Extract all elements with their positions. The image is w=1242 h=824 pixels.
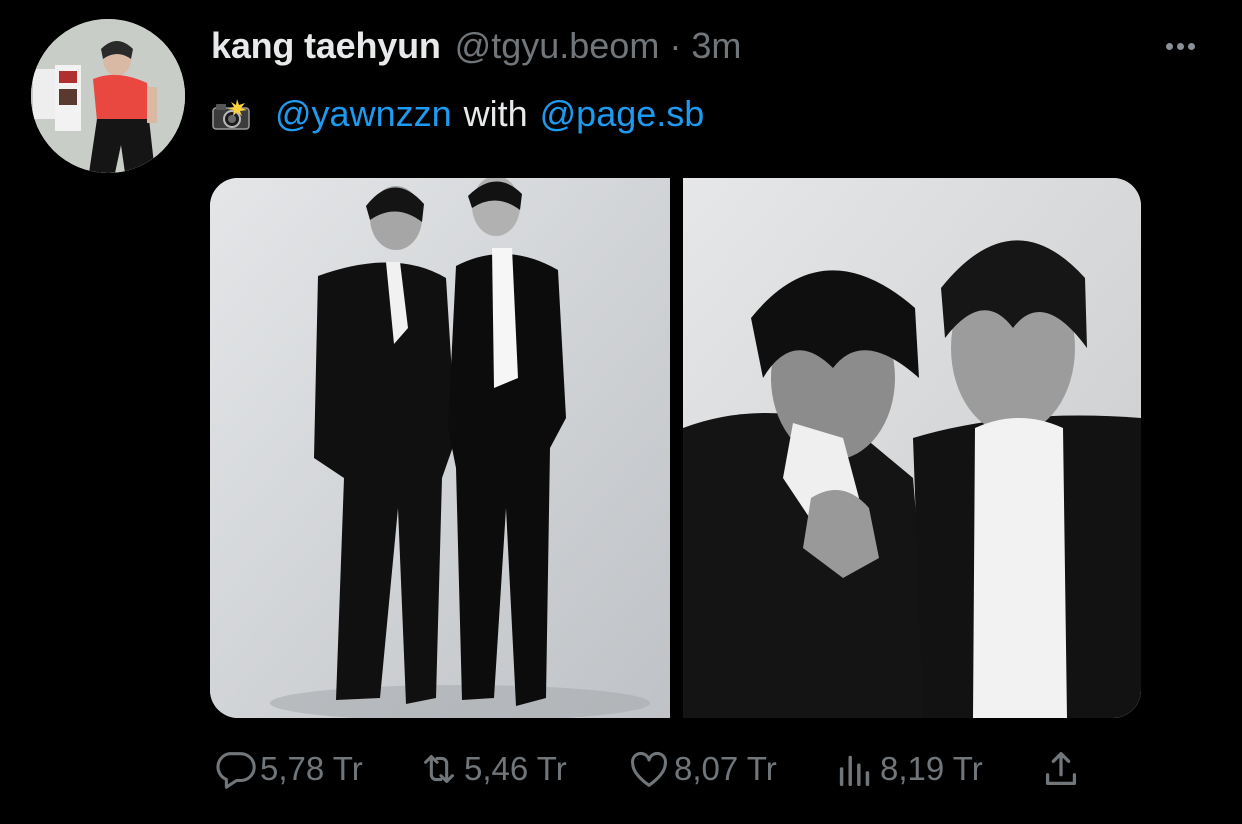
more-dot bbox=[1165, 42, 1173, 50]
author-display-name[interactable]: kang taehyun bbox=[211, 25, 441, 67]
mention-link-yawnzzn[interactable]: @yawnzzn bbox=[275, 93, 452, 135]
tweet-text-connector: with bbox=[463, 93, 528, 134]
tweet-actions-bar: 5,78 Tr 5,46 Tr 8,07 Tr 8,19 Tr bbox=[212, 744, 1084, 794]
more-options-button[interactable] bbox=[1154, 28, 1206, 64]
tweet-text: @yawnzzn with @page.sb bbox=[211, 88, 704, 140]
retweet-icon bbox=[424, 755, 454, 783]
media-photo-1[interactable] bbox=[210, 178, 670, 718]
avatar-image bbox=[31, 19, 185, 173]
retweet-button[interactable]: 5,46 Tr bbox=[416, 744, 626, 794]
more-dot bbox=[1187, 42, 1195, 50]
photo-image bbox=[210, 178, 670, 718]
reply-count: 5,78 Tr bbox=[260, 750, 363, 787]
media-photo-2[interactable] bbox=[683, 178, 1141, 718]
separator-dot: · bbox=[669, 25, 682, 66]
reply-icon bbox=[216, 752, 256, 789]
views-button[interactable]: 8,19 Tr bbox=[832, 744, 1038, 794]
photo-image bbox=[683, 178, 1141, 718]
camera-flash-emoji-icon bbox=[212, 99, 250, 130]
retweet-count: 5,46 Tr bbox=[464, 750, 567, 787]
views-icon bbox=[839, 755, 870, 787]
share-icon bbox=[1045, 752, 1077, 786]
like-button[interactable]: 8,07 Tr bbox=[626, 744, 832, 794]
tweet-card[interactable]: kang taehyun @tgyu.beom · 3m @yawnzzn wi… bbox=[0, 0, 1242, 824]
share-button[interactable] bbox=[1038, 744, 1084, 794]
more-dot bbox=[1176, 42, 1184, 50]
author-handle[interactable]: @tgyu.beom bbox=[455, 25, 660, 67]
heart-icon bbox=[630, 751, 668, 787]
mention-link-page-sb[interactable]: @page.sb bbox=[540, 93, 705, 135]
author-avatar[interactable] bbox=[31, 19, 185, 173]
like-count: 8,07 Tr bbox=[674, 750, 777, 787]
tweet-media bbox=[210, 178, 1141, 718]
tweet-timestamp[interactable]: 3m bbox=[691, 25, 741, 67]
reply-button[interactable]: 5,78 Tr bbox=[212, 744, 416, 794]
views-count: 8,19 Tr bbox=[880, 750, 983, 787]
tweet-header: kang taehyun @tgyu.beom · 3m bbox=[211, 20, 741, 72]
